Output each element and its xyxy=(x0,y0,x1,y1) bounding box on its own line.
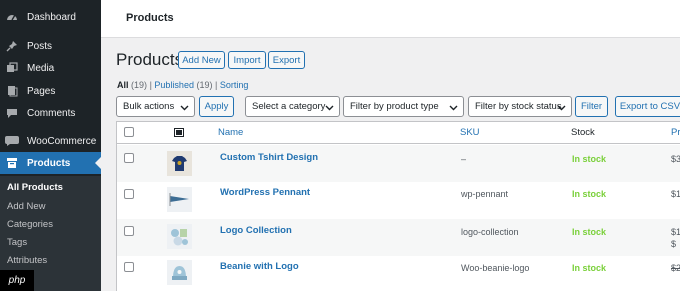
submenu-add-new[interactable]: Add New xyxy=(7,201,46,212)
stock-status: In stock xyxy=(572,154,607,164)
product-name-link[interactable]: Custom Tshirt Design xyxy=(220,152,318,163)
product-thumbnail[interactable] xyxy=(167,224,192,249)
menu-label: Comments xyxy=(27,107,76,119)
image-icon xyxy=(174,128,184,137)
product-thumbnail[interactable] xyxy=(167,260,192,285)
table-row: Custom Tshirt Design – In stock $3 xyxy=(117,145,680,182)
chevron-down-icon xyxy=(325,105,334,111)
chevron-down-icon xyxy=(449,105,458,111)
menu-label: WooCommerce xyxy=(27,135,97,147)
submenu-tags[interactable]: Tags xyxy=(7,237,27,248)
top-header-bar: Products xyxy=(101,0,680,38)
menu-separator xyxy=(0,124,101,128)
header-title: Products xyxy=(126,12,174,24)
bulk-actions-select[interactable]: Bulk actions xyxy=(116,96,195,117)
export-button[interactable]: Export xyxy=(268,51,305,69)
stock-status: In stock xyxy=(572,227,607,237)
column-price[interactable]: Pri xyxy=(671,127,680,138)
view-sorting[interactable]: Sorting xyxy=(220,80,249,90)
menu-label: Media xyxy=(27,62,55,74)
logo-collection-image xyxy=(167,224,192,249)
view-all[interactable]: All (19) xyxy=(117,80,147,90)
product-thumbnail[interactable] xyxy=(167,187,192,212)
product-price-secondary: $ xyxy=(671,239,677,249)
table-header: Name SKU Stock Pri xyxy=(117,122,680,144)
chevron-down-icon xyxy=(557,105,566,111)
menu-label: Posts xyxy=(27,40,53,52)
chevron-down-icon xyxy=(180,105,189,111)
row-checkbox[interactable] xyxy=(124,262,134,272)
submenu-attributes[interactable]: Attributes xyxy=(7,255,47,266)
export-csv-button[interactable]: Export to CSV xyxy=(615,96,680,117)
stock-status: In stock xyxy=(572,189,607,199)
table-row: WordPress Pennant wp-pennant In stock $1 xyxy=(117,182,680,219)
view-published[interactable]: Published (19) xyxy=(154,80,212,90)
product-price: $1 xyxy=(671,227,680,237)
product-sku: Woo-beanie-logo xyxy=(461,263,530,273)
column-stock: Stock xyxy=(571,127,595,138)
stock-status-select[interactable]: Filter by stock status xyxy=(468,96,572,117)
archive-icon xyxy=(5,156,19,170)
menu-item-comments[interactable]: Comments xyxy=(0,102,101,124)
menu-separator xyxy=(0,30,101,34)
product-thumbnail[interactable] xyxy=(167,151,192,176)
menu-item-products[interactable]: Products xyxy=(0,152,101,174)
select-all-checkbox[interactable] xyxy=(124,127,134,137)
active-indicator xyxy=(95,157,101,169)
admin-sidebar: Dashboard Posts Media Pages Comments Woo… xyxy=(0,0,101,291)
pennant-image xyxy=(167,187,192,212)
row-checkbox[interactable] xyxy=(124,189,134,199)
add-new-button[interactable]: Add New xyxy=(178,51,225,69)
woocommerce-icon xyxy=(5,134,19,148)
menu-label: Products xyxy=(27,157,71,169)
stock-status: In stock xyxy=(572,263,607,273)
products-table: Name SKU Stock Pri Custom Tshirt Design … xyxy=(116,121,680,291)
pages-icon xyxy=(5,84,19,98)
menu-label: Pages xyxy=(27,85,56,97)
pin-icon xyxy=(5,39,19,53)
tshirt-image xyxy=(167,151,192,176)
comment-icon xyxy=(5,106,19,120)
submenu-all-products[interactable]: All Products xyxy=(7,182,63,193)
category-select[interactable]: Select a category xyxy=(245,96,340,117)
menu-label: Dashboard xyxy=(27,11,76,23)
column-sku[interactable]: SKU xyxy=(460,127,480,138)
row-checkbox[interactable] xyxy=(124,226,134,236)
menu-item-media[interactable]: Media xyxy=(0,57,101,79)
filter-button[interactable]: Filter xyxy=(575,96,608,117)
product-type-select[interactable]: Filter by product type xyxy=(343,96,464,117)
product-name-link[interactable]: Logo Collection xyxy=(220,225,292,236)
menu-item-posts[interactable]: Posts xyxy=(0,35,101,57)
product-sku: logo-collection xyxy=(461,227,519,237)
watermark-logo: php xyxy=(0,270,34,291)
import-button[interactable]: Import xyxy=(228,51,266,69)
product-price: $1 xyxy=(671,189,680,199)
status-views: All (19) | Published (19) | Sorting xyxy=(117,80,249,90)
table-row: Beanie with Logo Woo-beanie-logo In stoc… xyxy=(117,256,680,291)
apply-button[interactable]: Apply xyxy=(199,96,234,117)
media-icon xyxy=(5,61,19,75)
column-name[interactable]: Name xyxy=(218,127,243,138)
product-name-link[interactable]: WordPress Pennant xyxy=(220,187,310,198)
dashboard-icon xyxy=(5,10,19,24)
page-title: Products xyxy=(116,50,184,69)
beanie-image xyxy=(167,260,192,285)
menu-item-pages[interactable]: Pages xyxy=(0,80,101,102)
row-checkbox[interactable] xyxy=(124,153,134,163)
submenu-categories[interactable]: Categories xyxy=(7,219,53,230)
product-price: $2 xyxy=(671,263,680,273)
product-price: $3 xyxy=(671,154,680,164)
product-sku: wp-pennant xyxy=(461,189,509,199)
menu-item-dashboard[interactable]: Dashboard xyxy=(0,6,101,28)
table-row: Logo Collection logo-collection In stock… xyxy=(117,219,680,256)
product-name-link[interactable]: Beanie with Logo xyxy=(220,261,299,272)
menu-item-woocommerce[interactable]: WooCommerce xyxy=(0,130,101,152)
product-sku: – xyxy=(461,154,467,164)
